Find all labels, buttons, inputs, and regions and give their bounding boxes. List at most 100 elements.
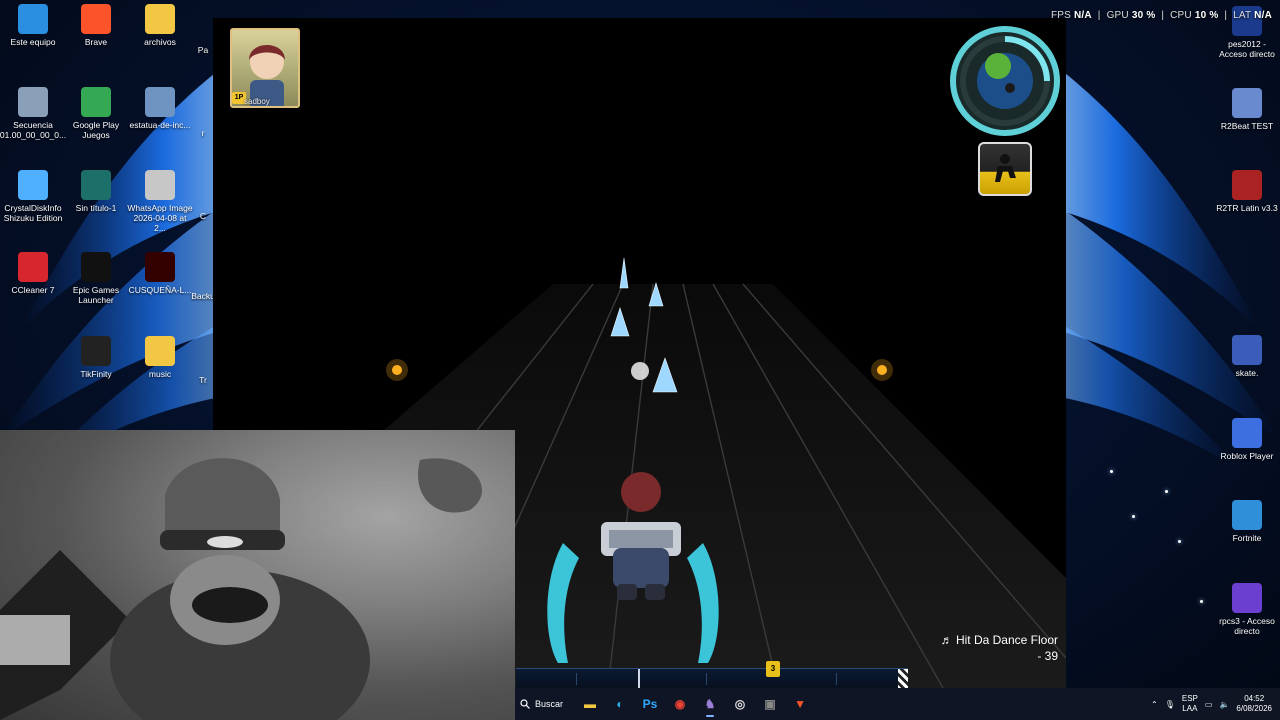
chrome-icon[interactable]: ◉ [666,690,694,718]
fortnite-icon [1232,500,1262,530]
desktop-icon-rpcs3-acceso-directo[interactable]: rpcs3 - Acceso directo [1214,583,1280,636]
desktop-icon-whatsapp-image-2026-04-08-at-2[interactable]: WhatsApp Image 2026-04-08 at 2... [127,170,193,233]
r2beat-icon [1232,88,1262,118]
skate-icon [1232,335,1262,365]
clock-date: 6/08/2026 [1236,704,1272,713]
app-glyph: ▣ [764,697,776,711]
folder-icon [145,336,175,366]
desktop-icon-skate[interactable]: skate. [1214,335,1280,378]
desktop-icon-label: Google Play Juegos [72,120,120,140]
desktop-icon-label: Sin título-1 [75,203,117,213]
performance-overlay: FPS N/A | GPU 30 % | CPU 10 % | LAT N/A [1050,10,1272,21]
player-position-marker: 3 [766,661,780,677]
app-glyph: Ps [642,697,658,711]
taskbar: Buscar ▬ ◐ Ps ◉ ♞ ◎ ▣ ▼ ⌃ 🎙 ESP LAA ▭ 🔈 04:52 6… [515,688,1280,720]
clock[interactable]: 04:52 6/08/2026 [1236,694,1272,714]
rpcs3-icon [1232,583,1262,613]
brave-icon[interactable]: ▼ [786,690,814,718]
image-icon [145,170,175,200]
desktop-icon-archivos[interactable]: archivos [127,4,193,47]
taskbar-search[interactable]: Buscar [515,688,575,720]
desktop-icon-label: R2TR Latin v3.3 [1216,203,1278,213]
wallpaper-star [1178,540,1181,543]
file-explorer-icon[interactable]: ▬ [576,690,604,718]
edge-icon[interactable]: ◐ [606,690,634,718]
desktop-icon-label: estatua-de-inc... [129,120,191,130]
play-games-icon [81,87,111,117]
desktop-icon-label: CCleaner 7 [11,285,55,295]
desktop-icon-tikfinity[interactable]: TikFinity [63,336,129,379]
search-label: Buscar [535,699,564,709]
desktop-icon-brave[interactable]: Brave [63,4,129,47]
app-glyph: ▼ [794,697,806,711]
desktop-icon-ccleaner-7[interactable]: CCleaner 7 [0,252,66,295]
r2tr-icon [1232,170,1262,200]
wallpaper-star [1110,470,1113,473]
chevron-up-icon[interactable]: ⌃ [1151,700,1158,709]
desktop-icon-label: Backu [191,291,215,301]
wallpaper-star [1165,490,1168,493]
player-avatar-card: 1P sadboy [230,28,300,108]
desktop-icon-este-equipo[interactable]: Este equipo [0,4,66,47]
epic-icon [81,252,111,282]
language-indicator[interactable]: ESP LAA [1182,694,1198,714]
app-glyph: ▬ [584,697,597,711]
app-glyph: ◉ [674,697,686,711]
desktop-icon-label: Este equipo [10,37,56,47]
desktop-icon-label: pes2012 - Acceso directo [1219,39,1275,59]
desktop-icon-label: CUSQUEÑA-L... [128,285,192,295]
desktop-icon-crystaldiskinfo-shizuku-edition[interactable]: CrystalDiskInfo Shizuku Edition [0,170,66,223]
desktop-icon-secuencia-01-00-00-00-0[interactable]: Secuencia 01.00_00_00_0... [0,87,66,140]
desktop-icon-epic-games-launcher[interactable]: Epic Games Launcher [63,252,129,305]
brave-icon [81,4,111,34]
illustrator-icon [145,252,175,282]
clock-time: 04:52 [1244,694,1265,703]
finish-flag-icon [898,669,908,688]
disk-icon [18,170,48,200]
desktop-icon-roblox-player[interactable]: Roblox Player [1214,418,1280,461]
volume-icon[interactable]: 🔈 [1219,700,1229,709]
desktop-icon-cusque-a-l[interactable]: CUSQUEÑA-L... [127,252,193,295]
desktop-icon-label: Epic Games Launcher [72,285,120,305]
desktop-icon-label: C [199,211,207,221]
desktop-icon-label: Tr [199,375,207,385]
song-title: Hit Da Dance Floor [955,633,1058,647]
desktop-icon-estatua-de-inc[interactable]: estatua-de-inc... [127,87,193,130]
terminal-icon[interactable]: ▣ [756,690,784,718]
image-icon [81,170,111,200]
desktop-icon-music[interactable]: music [127,336,193,379]
speed-gauge [950,26,1060,136]
language-code: ESP [1181,694,1198,703]
image-icon [18,87,48,117]
desktop-icon-label: music [148,369,172,379]
desktop-icon-fortnite[interactable]: Fortnite [1214,500,1280,543]
music-note-icon: ♬ [940,633,953,647]
song-score: - 39 [1037,649,1058,663]
app-glyph: ◎ [734,697,746,711]
progress-cursor [638,669,640,688]
roblox-icon [1232,418,1262,448]
desktop-icon-google-play-juegos[interactable]: Google Play Juegos [63,87,129,140]
network-icon[interactable]: ▭ [1205,700,1213,709]
song-info: ♬ Hit Da Dance Floor - 39 [941,632,1058,664]
search-icon [520,699,530,709]
obs-icon[interactable]: ◎ [726,690,754,718]
desktop-icon-label: TikFinity [80,369,112,379]
image-icon [145,87,175,117]
desktop-icon-label: Secuencia 01.00_00_00_0... [0,120,67,140]
desktop-icon-sin-t-tulo-1[interactable]: Sin título-1 [63,170,129,213]
photoshop-icon[interactable]: Ps [636,690,664,718]
taskbar-apps: ▬ ◐ Ps ◉ ♞ ◎ ▣ ▼ [575,690,815,718]
progress-tick [706,673,707,685]
webcam-overlay [0,430,515,720]
wallpaper-star [1132,515,1135,518]
desktop-icon-label: WhatsApp Image 2026-04-08 at 2... [127,203,193,233]
desktop-icon-r2tr-latin-v3-3[interactable]: R2TR Latin v3.3 [1214,170,1280,213]
desktop-icon-r2beat-test[interactable]: R2Beat TEST [1214,88,1280,131]
microphone-icon[interactable]: 🎙 [1165,700,1175,709]
running-mode-button[interactable] [978,142,1032,196]
race-progress-bar: 3 [516,661,908,688]
folder-icon [145,4,175,34]
game-app-icon[interactable]: ♞ [696,690,724,718]
keyboard-layout: LAA [1182,704,1198,713]
